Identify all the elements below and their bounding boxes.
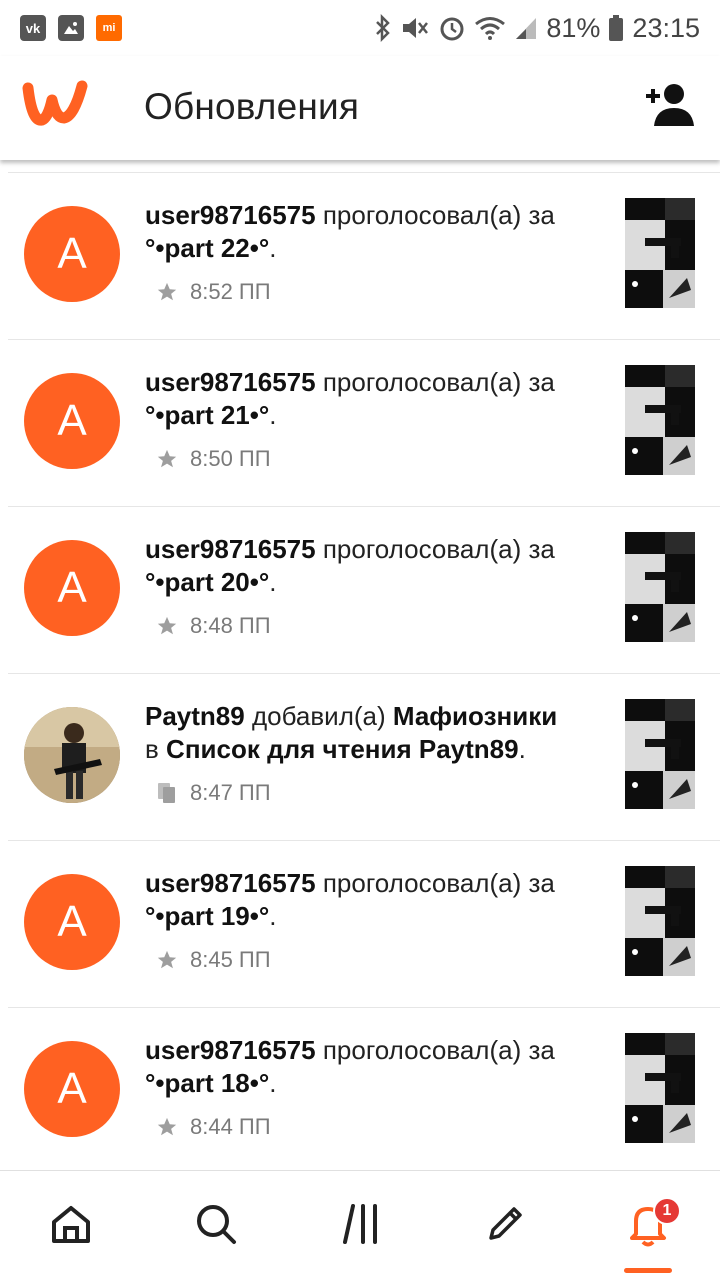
nav-library[interactable] xyxy=(326,1191,396,1261)
action-text: проголосовал(а) за xyxy=(322,367,555,397)
avatar[interactable]: A xyxy=(24,373,120,469)
action-text: проголосовал(а) за xyxy=(322,868,555,898)
story-cover-thumbnail[interactable] xyxy=(625,365,695,475)
update-meta: 8:47 ПП xyxy=(156,780,271,806)
timestamp: 8:50 ПП xyxy=(190,446,271,471)
library-icon xyxy=(339,1202,383,1251)
update-text: user98716575 проголосовал(а) за °•part 1… xyxy=(145,1034,615,1100)
suffix: . xyxy=(269,567,277,597)
star-icon xyxy=(156,281,178,303)
username[interactable]: Paytn89 xyxy=(145,701,245,731)
pencil-icon xyxy=(483,1202,527,1251)
notification-badge: 1 xyxy=(653,1197,681,1225)
story-part-title[interactable]: °•part 21•° xyxy=(145,400,269,430)
nav-home[interactable] xyxy=(36,1191,106,1261)
list-item[interactable]: A user98716575 проголосовал(а) за °•part… xyxy=(8,340,720,507)
status-bar: vk mi 81% 23:15 xyxy=(0,0,720,56)
action-text: проголосовал(а) за xyxy=(322,200,555,230)
list-item[interactable]: A user98716575 проголосовал(а) за °•part… xyxy=(8,841,720,1008)
wifi-icon xyxy=(474,15,506,41)
username[interactable]: user98716575 xyxy=(145,868,316,898)
update-text: user98716575 проголосовал(а) за °•part 2… xyxy=(145,533,615,599)
update-meta: 8:48 ПП xyxy=(156,613,271,639)
status-right: 81% 23:15 xyxy=(374,13,700,44)
star-icon xyxy=(156,1116,178,1138)
nav-notifications[interactable]: 1 xyxy=(613,1191,683,1261)
list-item[interactable]: Paytn89 добавил(а) Мафиозники в Список д… xyxy=(8,674,720,841)
update-text: user98716575 проголосовал(а) за °•part 2… xyxy=(145,366,615,432)
list-item[interactable]: A user98716575 проголосовал(а) за °•part… xyxy=(8,173,720,340)
username[interactable]: user98716575 xyxy=(145,367,316,397)
list-item[interactable]: A user98716575 проголосовал(а) за °•part… xyxy=(8,1008,720,1170)
action-text: проголосовал(а) за xyxy=(322,1035,555,1065)
mute-icon xyxy=(400,14,430,42)
add-user-button[interactable] xyxy=(640,80,696,128)
timestamp: 8:48 ПП xyxy=(190,613,271,638)
star-icon xyxy=(156,448,178,470)
vk-icon: vk xyxy=(20,15,46,41)
mi-icon: mi xyxy=(96,15,122,41)
alarm-icon xyxy=(438,14,466,42)
updates-feed[interactable]: A user98716575 проголосовал(а) за °•part… xyxy=(8,172,720,1170)
action-text: добавил(а) xyxy=(251,701,386,731)
story-cover-thumbnail[interactable] xyxy=(625,866,695,976)
suffix: . xyxy=(518,734,526,764)
app-header: Обновления xyxy=(0,56,720,160)
story-cover-thumbnail[interactable] xyxy=(625,532,695,642)
timestamp: 8:52 ПП xyxy=(190,279,271,304)
nav-write[interactable] xyxy=(470,1191,540,1261)
story-cover-thumbnail[interactable] xyxy=(625,198,695,308)
star-icon xyxy=(156,615,178,637)
story-part-title[interactable]: °•part 19•° xyxy=(145,901,269,931)
wattpad-logo-icon[interactable] xyxy=(22,78,88,128)
list-item[interactable]: A user98716575 проголосовал(а) за °•part… xyxy=(8,507,720,674)
update-meta: 8:52 ПП xyxy=(156,279,271,305)
username[interactable]: user98716575 xyxy=(145,1035,316,1065)
bluetooth-icon xyxy=(374,14,392,42)
home-icon xyxy=(49,1202,93,1251)
story-part-title[interactable]: °•part 22•° xyxy=(145,233,269,263)
page-title: Обновления xyxy=(144,86,360,127)
update-text: user98716575 проголосовал(а) за °•part 2… xyxy=(145,199,615,265)
story-cover-thumbnail[interactable] xyxy=(625,1033,695,1143)
suffix: . xyxy=(269,901,277,931)
update-meta: 8:45 ПП xyxy=(156,947,271,973)
action-text: проголосовал(а) за xyxy=(322,534,555,564)
star-icon xyxy=(156,949,178,971)
story-cover-thumbnail[interactable] xyxy=(625,699,695,809)
avatar[interactable]: A xyxy=(24,206,120,302)
search-icon xyxy=(194,1202,238,1251)
update-text: user98716575 проголосовал(а) за °•part 1… xyxy=(145,867,615,933)
story-part-title[interactable]: °•part 18•° xyxy=(145,1068,269,1098)
story-title[interactable]: Мафиозники xyxy=(393,701,557,731)
nav-search[interactable] xyxy=(181,1191,251,1261)
avatar[interactable]: A xyxy=(24,874,120,970)
gallery-icon xyxy=(58,15,84,41)
timestamp: 8:44 ПП xyxy=(190,1114,271,1139)
update-meta: 8:44 ПП xyxy=(156,1114,271,1140)
battery-percent: 81% xyxy=(546,12,601,43)
timestamp: 8:45 ПП xyxy=(190,947,271,972)
suffix: . xyxy=(269,1068,277,1098)
username[interactable]: user98716575 xyxy=(145,534,316,564)
suffix: . xyxy=(269,233,277,263)
username[interactable]: user98716575 xyxy=(145,200,316,230)
reading-list-name[interactable]: Список для чтения Paytn89 xyxy=(166,734,519,764)
reading-list-icon xyxy=(156,781,178,805)
update-text: Paytn89 добавил(а) Мафиозники в Список д… xyxy=(145,700,615,766)
story-part-title[interactable]: °•part 20•° xyxy=(145,567,269,597)
connector-text: в xyxy=(145,734,159,764)
avatar[interactable]: A xyxy=(24,1041,120,1137)
battery-icon xyxy=(608,14,624,42)
bottom-navigation: 1 xyxy=(0,1170,720,1280)
clock: 23:15 xyxy=(632,12,700,43)
avatar[interactable]: A xyxy=(24,540,120,636)
timestamp: 8:47 ПП xyxy=(190,780,271,805)
active-tab-indicator xyxy=(624,1268,672,1273)
status-left: vk mi xyxy=(20,15,122,41)
suffix: . xyxy=(269,400,277,430)
signal-icon xyxy=(514,15,538,41)
update-meta: 8:50 ПП xyxy=(156,446,271,472)
avatar[interactable] xyxy=(24,707,120,803)
